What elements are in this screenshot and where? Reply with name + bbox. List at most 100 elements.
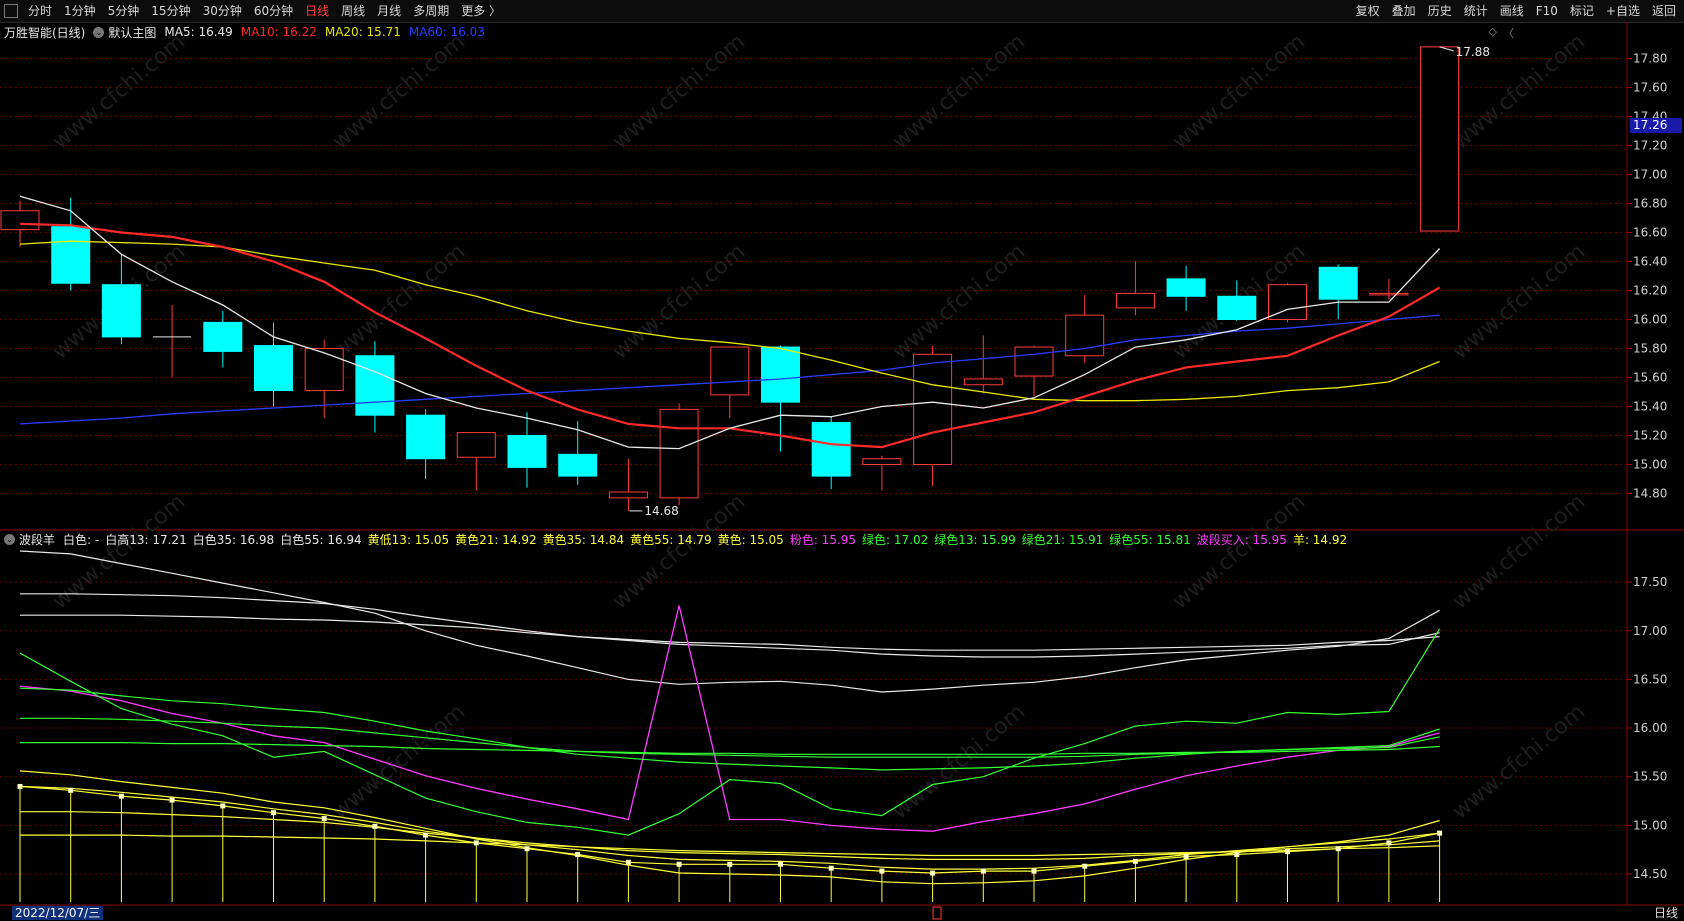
ma60-value: MA60: 16.03	[408, 25, 485, 39]
price-tick-label: 16.20	[1633, 284, 1667, 298]
indicator-line	[20, 717, 1440, 758]
indicator-value: 白色55: 16.94	[280, 532, 362, 547]
pink-line	[19, 605, 1440, 832]
candle-body-down	[1217, 295, 1257, 320]
watermark: www.cfchi.com	[328, 29, 470, 154]
yang-dot	[625, 859, 631, 865]
yang-dot	[1437, 830, 1443, 836]
watermark: www.cfchi.com	[608, 489, 750, 614]
watermark: www.cfchi.com	[1448, 489, 1590, 614]
high-price-label: 17.88	[1456, 45, 1490, 59]
yang-dot	[1335, 846, 1341, 852]
kline-chart[interactable]: 17.8017.6017.4017.2017.0016.8016.6016.40…	[0, 0, 1684, 921]
candle-body-up	[913, 353, 953, 465]
price-tick-label: 15.20	[1633, 429, 1667, 443]
candle-body-down	[1318, 266, 1358, 300]
watermark: www.cfchi.com	[1168, 489, 1310, 614]
indicator-name[interactable]: 波段羊	[19, 531, 55, 548]
candle-body-down	[254, 345, 293, 392]
chart-corner-icons: ◇ 〈	[1489, 25, 1514, 41]
candle-body-up	[0, 210, 40, 231]
yang-dot	[220, 803, 226, 809]
watermark: www.cfchi.com	[888, 29, 1030, 154]
indicator-line	[19, 687, 1440, 771]
indicator-tick-label: 14.50	[1633, 867, 1667, 881]
yang-dot	[524, 846, 530, 852]
watermark: www.cfchi.com	[608, 29, 750, 154]
yang-dot	[169, 797, 175, 803]
yang-dot	[372, 823, 378, 829]
candle-body-down	[1166, 278, 1206, 297]
indicator-value: 黄低13: 15.05	[367, 532, 450, 547]
indicator-tick-label: 16.50	[1633, 672, 1667, 686]
watermark: www.cfchi.com	[888, 699, 1030, 824]
price-tick-label: 17.60	[1633, 81, 1667, 95]
current-price-tag: 17.26	[1630, 118, 1682, 133]
template-name[interactable]: 默认主图	[108, 24, 156, 41]
price-tick-label: 15.60	[1633, 371, 1667, 385]
yang-dot	[1183, 853, 1189, 859]
expand-icon[interactable]: 〈	[1503, 25, 1514, 41]
watermark: www.cfchi.com	[328, 239, 470, 364]
indicator-value: 绿色13: 15.99	[934, 532, 1016, 547]
candle-body-down	[355, 355, 395, 416]
candle-body-down	[811, 421, 851, 477]
stock-title: 万胜智能(日线)	[4, 25, 86, 40]
candle-body-up	[710, 346, 750, 396]
indicator-tick-label: 15.50	[1633, 770, 1667, 784]
price-tick-label: 15.80	[1633, 342, 1667, 356]
indicator-line	[20, 593, 1440, 658]
candle-body-up	[659, 408, 699, 499]
indicator-value: 羊: 14.92	[1292, 532, 1348, 547]
ma20-value: MA20: 15.71	[324, 25, 401, 39]
candle-body-down	[406, 414, 446, 460]
candle-body-down	[101, 284, 141, 338]
indicator-value: 波段买入: 15.95	[1196, 532, 1287, 547]
indicator-value: 黄色35: 14.84	[542, 532, 625, 547]
price-tick-label: 16.80	[1633, 197, 1667, 211]
indicator-value: 白色: -	[63, 532, 100, 547]
price-tick-label: 16.00	[1633, 313, 1667, 327]
main-chart-legend: 万胜智能(日线) ⌄ 默认主图 MA5: 16.49 MA10: 16.22 M…	[4, 23, 493, 41]
price-tick-label: 17.80	[1633, 52, 1667, 66]
price-tick-label: 15.40	[1633, 400, 1667, 414]
candle-body-down	[203, 321, 243, 352]
candle-body-down	[51, 226, 91, 284]
watermark: www.cfchi.com	[1448, 699, 1590, 824]
indicator-menu-icon[interactable]: ⌄	[4, 533, 15, 545]
price-tick-label: 15.00	[1633, 458, 1667, 472]
candle-body-down	[507, 435, 547, 468]
indicator-value: 白色35: 16.98	[192, 532, 275, 547]
yang-dot	[1234, 852, 1240, 858]
indicator-value: 黄色: 15.05	[717, 532, 784, 547]
yang-dot	[930, 870, 936, 876]
candle-body-up	[963, 378, 1003, 386]
indicator-value: 黄色55: 14.79	[630, 532, 712, 547]
period-label: 日线	[1653, 906, 1678, 920]
watermark: www.cfchi.com	[328, 699, 470, 824]
price-tick-label: 16.40	[1633, 255, 1667, 269]
indicator-legend: ⌄ 波段羊 白色: - 白高13: 17.21 白色35: 16.98 白色55: 16.…	[4, 530, 1353, 548]
indicator-tick-label: 17.00	[1633, 624, 1667, 638]
candle-body-up	[608, 491, 648, 499]
watermark: www.cfchi.com	[1448, 239, 1590, 364]
indicator-line	[20, 741, 1440, 755]
candle-body-down	[558, 453, 598, 477]
yang-dot	[727, 861, 733, 867]
cursor-date: 2022/12/07/三	[12, 906, 104, 920]
indicator-value: 绿色: 17.02	[862, 532, 929, 547]
indicator-value: 白高13: 17.21	[105, 532, 187, 547]
watermark: www.cfchi.com	[48, 29, 190, 154]
indicator-value: 绿色55: 15.81	[1109, 532, 1191, 547]
low-price-label: 14.68	[644, 504, 678, 518]
yang-dot	[17, 783, 23, 789]
cursor-marker	[932, 906, 942, 920]
watermark: www.cfchi.com	[1168, 29, 1310, 154]
watermark: www.cfchi.com	[608, 239, 750, 364]
price-tick-label: 17.20	[1633, 139, 1667, 153]
yang-dot	[1285, 849, 1290, 855]
template-menu-icon[interactable]: ⌄	[93, 26, 105, 38]
diamond-icon[interactable]: ◇	[1489, 25, 1497, 41]
candle-body-up	[1420, 46, 1460, 232]
yang-dot	[1031, 868, 1037, 874]
